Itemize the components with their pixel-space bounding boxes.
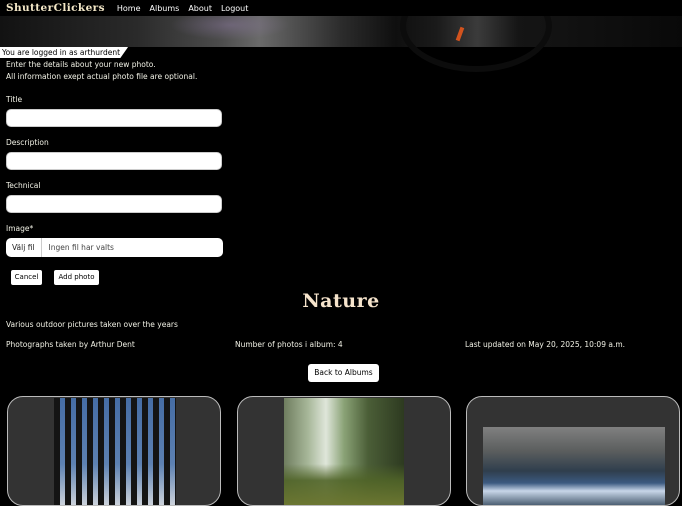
album-photographer: Photographs taken by Arthur Dent [6, 340, 135, 349]
photo-card[interactable] [7, 396, 221, 506]
album-title: Nature [302, 290, 380, 312]
photo-forest-clearing[interactable] [284, 398, 404, 505]
nav-albums[interactable]: Albums [150, 4, 180, 13]
file-status: Ingen fil har valts [48, 243, 114, 252]
form-intro-line-2: All information exept actual photo file … [6, 72, 198, 81]
form-intro-line-1: Enter the details about your new photo. [6, 60, 156, 69]
album-description: Various outdoor pictures taken over the … [6, 320, 178, 329]
photo-card[interactable] [466, 396, 680, 506]
title-label: Title [6, 95, 23, 104]
login-status: You are logged in as arthurdent [0, 47, 129, 58]
technical-label: Technical [6, 181, 41, 190]
album-last-updated: Last updated on May 20, 2025, 10:09 a.m. [465, 340, 626, 349]
cancel-button[interactable]: Cancel [11, 270, 42, 285]
photo-stream[interactable] [483, 427, 665, 505]
nav-logout[interactable]: Logout [221, 4, 248, 13]
description-input[interactable] [6, 152, 222, 170]
album-photo-count: Number of photos i album: 4 [235, 340, 343, 349]
back-to-albums-button[interactable]: Back to Albums [308, 364, 379, 382]
technical-input[interactable] [6, 195, 222, 213]
description-label: Description [6, 138, 49, 147]
navbar: ShutterClickers Home Albums About Logout [0, 0, 682, 16]
choose-file-button[interactable]: Välj fil [6, 238, 42, 257]
nav-about[interactable]: About [188, 4, 212, 13]
add-photo-button[interactable]: Add photo [54, 270, 99, 285]
image-file-input[interactable]: Välj fil Ingen fil har valts [6, 238, 223, 257]
photo-forest-trees[interactable] [54, 398, 176, 505]
nav-home[interactable]: Home [117, 4, 141, 13]
title-input[interactable] [6, 109, 222, 127]
brand-logo[interactable]: ShutterClickers [6, 2, 105, 14]
photo-card[interactable] [237, 396, 451, 506]
image-label: Image* [6, 224, 34, 233]
